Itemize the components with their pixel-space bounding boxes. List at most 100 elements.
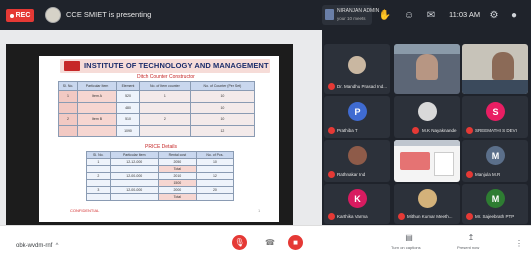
- participant-avatar: S: [486, 102, 505, 121]
- table-cell: [57, 124, 79, 137]
- table-cell: [77, 101, 118, 114]
- table-row: Total: [86, 193, 235, 201]
- video-desk-area: [462, 80, 528, 94]
- chat-icon[interactable]: ✉: [424, 8, 438, 22]
- participant-avatar: K: [348, 189, 367, 208]
- participant-video-tile[interactable]: [394, 44, 460, 94]
- table-cell: [77, 124, 118, 137]
- participant-photo: [348, 56, 366, 74]
- table-1-header: Sl. No.: [57, 81, 79, 91]
- table-cell: 12: [195, 172, 235, 180]
- participant-tile[interactable]: K Karthika Varma: [324, 184, 390, 224]
- table-1-header: Particular Item: [77, 81, 118, 91]
- participant-name: M.K Nayaknande: [422, 128, 457, 133]
- raise-hand-icon[interactable]: ✋: [378, 8, 392, 22]
- activities-icon[interactable]: ⚙: [487, 8, 501, 22]
- table-cell: 1: [57, 90, 79, 103]
- participant-tile[interactable]: Mithun Kumar Meeth...: [394, 184, 460, 224]
- table-cell: 2: [138, 113, 191, 126]
- table-cell: 510: [116, 113, 140, 126]
- table-cell: [57, 101, 79, 114]
- pill-title: NIRANJAN ADMIN: [337, 8, 380, 14]
- table-cell: 480: [116, 101, 140, 114]
- table-row: 1090 12: [57, 124, 256, 137]
- table-cell: 2000: [157, 186, 197, 194]
- participant-name: Dr. Mandhu Prasad Ind...: [337, 84, 388, 89]
- table-cell: Total: [157, 193, 197, 201]
- table-cell: 12-12-000: [109, 158, 159, 166]
- table-2-header: Sl. No.: [86, 151, 111, 159]
- slide-table-2: Sl. No. Particular Item Rental cost No. …: [86, 151, 235, 201]
- user-account-icon[interactable]: ●: [507, 8, 521, 22]
- participant-tile[interactable]: M.K Nayaknande: [394, 96, 460, 138]
- recording-dot-icon: [9, 13, 14, 18]
- table-cell: 2: [57, 113, 79, 126]
- table-cell: [109, 179, 159, 187]
- participant-screen-tile[interactable]: [394, 140, 460, 182]
- video-background-window: [394, 44, 460, 54]
- institute-logo: [64, 61, 80, 71]
- table-cell: [109, 193, 159, 201]
- present-icon[interactable]: ↥: [466, 232, 476, 242]
- table-2-header: No. of Pcs.: [195, 151, 235, 159]
- presenting-status-text: CCE SMIET is presenting: [66, 10, 152, 19]
- mic-muted-icon: [328, 127, 335, 134]
- table-cell: [138, 124, 191, 137]
- table-cell: Total: [157, 165, 197, 173]
- mic-muted-icon: [466, 213, 473, 220]
- mic-muted-icon: [466, 171, 473, 178]
- participant-tile[interactable]: M Manjula M.R: [462, 140, 528, 182]
- table-cell: 12: [189, 124, 256, 137]
- captions-label[interactable]: Turn on captions: [391, 245, 421, 250]
- slide-subtitle-2: PRICE Details: [145, 144, 177, 150]
- mic-muted-icon: [328, 171, 335, 178]
- table-cell: [86, 193, 111, 201]
- participant-name: Rathnakar Ind: [337, 172, 366, 177]
- mic-off-button[interactable]: 🎙: [232, 235, 247, 250]
- screen-tile-content: [400, 152, 430, 170]
- participant-tile[interactable]: Rathnakar Ind: [324, 140, 390, 182]
- participant-name: Manjula M.R: [475, 172, 501, 177]
- slide-page-number: 1: [258, 208, 261, 213]
- participant-tile[interactable]: P Prathiba T: [324, 96, 390, 138]
- slide-footer-left: CONFIDENTIAL: [70, 208, 100, 213]
- participant-avatar: M: [486, 189, 505, 208]
- table-cell: [195, 193, 235, 201]
- mic-muted-icon: [398, 213, 405, 220]
- participant-avatar: P: [348, 102, 367, 121]
- mic-muted-icon: [328, 213, 335, 220]
- camera-off-button[interactable]: ■: [288, 235, 303, 250]
- captions-icon[interactable]: ▤: [404, 232, 414, 242]
- presenting-pill[interactable]: NIRANJAN ADMIN your 10 meets: [322, 5, 379, 25]
- participant-tile[interactable]: Dr. Mandhu Prasad Ind...: [324, 44, 390, 94]
- top-bar: REC CCE SMIET is presenting NIRANJAN ADM…: [0, 0, 531, 30]
- table-row: 1 12-12-000 2050 10: [86, 158, 235, 166]
- chevron-up-icon[interactable]: ^: [52, 241, 62, 251]
- end-call-button[interactable]: ☎: [264, 237, 276, 248]
- present-label[interactable]: Present now: [457, 245, 479, 250]
- participant-tile[interactable]: S SREEMATHI S DEVI: [462, 96, 528, 138]
- table-2-header: Rental cost: [157, 151, 197, 159]
- table-row: 2 Item B 510 2 10: [57, 113, 256, 126]
- participant-avatar: M: [486, 146, 505, 165]
- meeting-code: obk-wvdm-rnf: [16, 243, 53, 249]
- table-cell: 2010: [157, 172, 197, 180]
- people-icon[interactable]: ☺: [402, 8, 416, 22]
- meeting-time: 11:03 AM: [449, 10, 481, 19]
- slide-table-1: Sl. No. Particular Item Element No. of I…: [57, 81, 256, 137]
- participant-name: Mithun Kumar Meeth...: [407, 214, 453, 219]
- mic-muted-icon: [412, 127, 419, 134]
- more-options-icon[interactable]: ⋮: [514, 238, 524, 248]
- screen-tile-document: [434, 152, 454, 176]
- participant-name: SREEMATHI S DEVI: [475, 128, 517, 133]
- slide-subtitle-1: Ditch Counter Constructor: [137, 74, 195, 80]
- table-cell: 10: [189, 113, 256, 126]
- participant-video-tile[interactable]: [462, 44, 528, 94]
- slide-title: INSTITUTE OF TECHNOLOGY AND MANAGEMENT: [84, 61, 269, 70]
- participant-name: Prathiba T: [337, 128, 358, 133]
- table-cell: 2: [86, 172, 111, 180]
- table-row: Total: [86, 165, 235, 173]
- table-row: 2 12-00-000 2010 12: [86, 172, 235, 180]
- table-cell: 12-00-000: [109, 172, 159, 180]
- participant-tile[interactable]: M Mr. Sajeebrath PTP: [462, 184, 528, 224]
